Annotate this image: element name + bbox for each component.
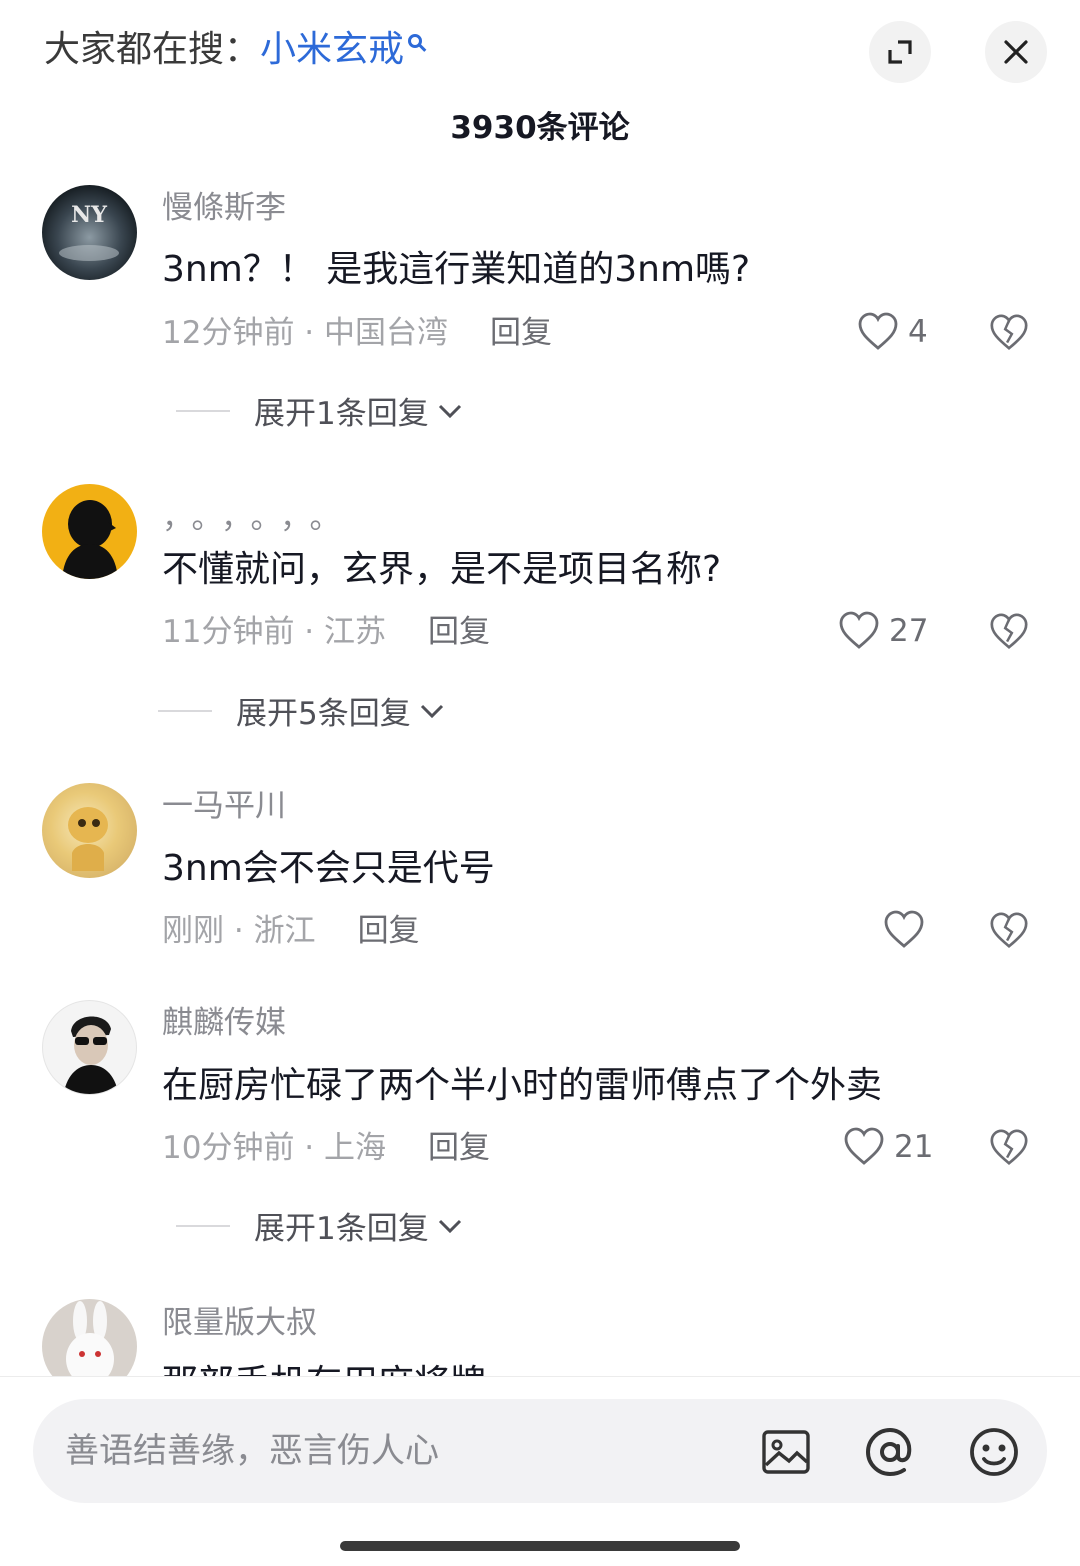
- like-button[interactable]: 27: [837, 609, 928, 653]
- comment-time: 10分钟前: [162, 1130, 295, 1166]
- comment-text: 不懂就问，玄界，是不是项目名称?: [162, 549, 722, 590]
- like-button[interactable]: 4: [856, 310, 928, 354]
- comment-location: 浙江: [253, 913, 316, 949]
- divider: [176, 1224, 230, 1227]
- username[interactable]: 一马平川: [162, 784, 286, 828]
- search-suggestion[interactable]: 大家都在搜：小米玄戒: [44, 24, 423, 76]
- like-button[interactable]: 21: [842, 1125, 933, 1169]
- dislike-button[interactable]: [988, 910, 1030, 956]
- chevron-down-icon: [438, 404, 461, 418]
- username[interactable]: 限量版大叔: [162, 1301, 317, 1345]
- search-term-link[interactable]: 小米玄戒: [260, 29, 404, 70]
- comment-text: 3nm？！ 是我這行業知道的3nm嗎?: [162, 249, 751, 290]
- reply-button[interactable]: 回复: [428, 614, 490, 650]
- svg-text:NY: NY: [71, 202, 107, 228]
- comment-location: 中国台湾: [324, 315, 449, 351]
- broken-heart-icon: [990, 314, 1028, 351]
- expand-replies-button[interactable]: 展开5条回复: [158, 688, 447, 733]
- expand-replies-label: 展开5条回复: [236, 696, 411, 732]
- like-count: 27: [889, 613, 929, 649]
- reply-button[interactable]: 回复: [358, 913, 420, 949]
- comment-text: 3nm会不会只是代号: [162, 848, 495, 889]
- expand-replies-label: 展开1条回复: [254, 1211, 429, 1247]
- heart-icon: [858, 312, 898, 350]
- close-button[interactable]: [985, 21, 1047, 83]
- expand-replies-label: 展开1条回复: [254, 396, 429, 432]
- comment-composer-bar: 善语结善缘，恶言伤人心: [0, 1376, 1080, 1566]
- username[interactable]: 麒麟传媒: [162, 1001, 286, 1045]
- heart-icon: [839, 611, 879, 649]
- heart-icon: [844, 1127, 884, 1165]
- dislike-button[interactable]: [988, 1127, 1030, 1173]
- comment-location: 江苏: [324, 614, 387, 650]
- divider: [158, 709, 212, 712]
- comment-count: 3930条评论: [450, 110, 630, 146]
- dislike-button[interactable]: [988, 312, 1030, 358]
- comment-location: 上海: [324, 1130, 387, 1166]
- silhouette-icon: [62, 500, 118, 579]
- broken-heart-icon: [990, 1129, 1028, 1166]
- like-count: 4: [908, 314, 928, 350]
- image-icon[interactable]: [759, 1425, 813, 1479]
- dragon-icon: [68, 807, 108, 871]
- username[interactable]: ，。，。，。: [162, 496, 355, 540]
- reply-button[interactable]: 回复: [428, 1130, 490, 1166]
- broken-heart-icon: [990, 613, 1028, 650]
- expand-fullscreen-button[interactable]: [869, 21, 931, 83]
- reply-button[interactable]: 回复: [490, 315, 552, 351]
- ny-logo-icon: NY: [59, 202, 119, 261]
- chevron-down-icon: [438, 1219, 461, 1233]
- comment-text: 在厨房忙碌了两个半小时的雷师傅点了个外卖: [162, 1065, 883, 1106]
- like-count: 21: [894, 1129, 934, 1165]
- expand-replies-button[interactable]: 展开1条回复: [176, 1203, 465, 1248]
- input-placeholder: 善语结善缘，恶言伤人心: [65, 1431, 439, 1471]
- chevron-down-icon: [420, 704, 443, 718]
- close-icon: [1004, 40, 1028, 64]
- divider: [176, 409, 230, 412]
- home-indicator[interactable]: [340, 1541, 740, 1551]
- comment-meta: 11分钟前 · 江苏 回复: [162, 614, 491, 650]
- expand-replies-button[interactable]: 展开1条回复: [176, 388, 465, 433]
- comment-meta: 10分钟前 · 上海 回复: [162, 1130, 491, 1166]
- at-icon[interactable]: [863, 1425, 917, 1479]
- heart-icon: [884, 910, 924, 948]
- search-icon: [408, 34, 423, 48]
- person-photo-icon: [63, 1016, 119, 1094]
- comment-time: 11分钟前: [162, 614, 295, 650]
- broken-heart-icon: [990, 912, 1028, 949]
- top-bar: 大家都在搜：小米玄戒: [0, 0, 1080, 100]
- avatar[interactable]: [42, 783, 137, 878]
- expand-icon: [888, 40, 912, 64]
- like-button[interactable]: [882, 908, 926, 952]
- dislike-button[interactable]: [988, 611, 1030, 657]
- avatar[interactable]: [42, 484, 137, 579]
- avatar[interactable]: [42, 1000, 137, 1095]
- comment-time: 12分钟前: [162, 315, 295, 351]
- comment-time: 刚刚: [162, 913, 224, 949]
- comment-input[interactable]: 善语结善缘，恶言伤人心: [33, 1399, 1047, 1503]
- username[interactable]: 慢條斯李: [162, 186, 286, 230]
- search-prefix: 大家都在搜：: [44, 29, 261, 70]
- avatar[interactable]: NY: [42, 185, 137, 280]
- emoji-icon[interactable]: [967, 1425, 1021, 1479]
- comment-meta: 12分钟前 · 中国台湾 回复: [162, 315, 553, 351]
- comment-meta: 刚刚 · 浙江 回复: [162, 913, 420, 949]
